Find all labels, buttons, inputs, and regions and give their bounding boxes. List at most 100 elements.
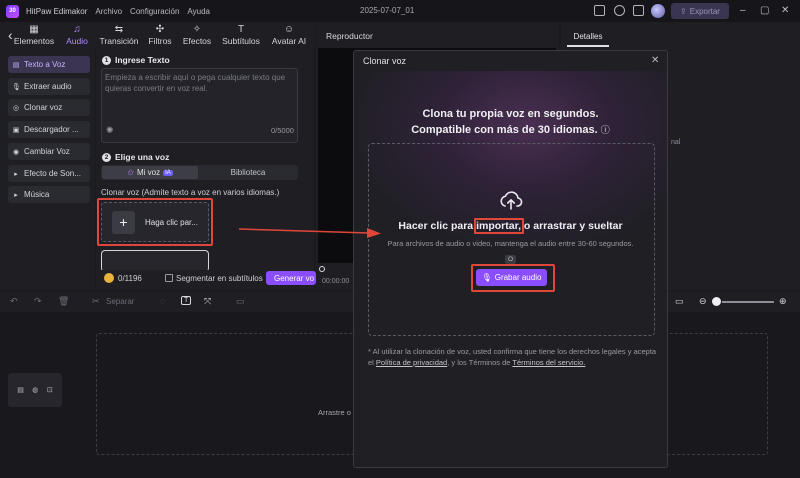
avatar-icon: ☺ [283,24,295,35]
mute-icon[interactable]: ◍ [32,386,38,394]
undo-icon[interactable]: ↶ [10,296,18,307]
grid-icon: ▦ [29,24,39,35]
tab-biblioteca[interactable]: Biblioteca [200,166,296,179]
voice-change-icon: ◉ [12,148,20,156]
close-icon[interactable]: ✕ [651,55,659,66]
player-time: 00:00:00 [322,278,350,285]
filter-icon: ✣ [155,24,165,35]
box-icon[interactable]: ▭ [236,296,245,307]
menu-ayuda[interactable]: Ayuda [187,7,210,16]
tab-filtros[interactable]: ✣ Filtros [145,22,175,48]
text-icon[interactable]: T [181,296,192,305]
step-badge: 1 [102,55,111,65]
crop-icon[interactable]: ⤧ [204,296,211,307]
segment-label: Segmentar en subtítulos [176,274,263,283]
section-ingrese-texto: 1 Ingrese Texto [102,55,170,65]
clone-icon: ◎ [12,104,20,112]
music-note-icon: ♫ [73,24,81,35]
track-settings-icon[interactable]: ▤ [17,386,24,394]
player-title: Reproductor [326,31,373,41]
sidebar-item-efecto-de-sonido[interactable]: ▸ Efecto de Son... [8,165,90,182]
lock-icon[interactable]: ⊡ [47,386,53,394]
privacy-policy-link[interactable]: Política de privacidad [376,358,447,367]
maximize-icon[interactable]: ▢ [760,5,769,16]
ia-badge: IA [163,169,173,176]
tab-detalles[interactable]: Detalles [567,27,609,47]
split-icon[interactable]: ✂ [92,296,100,307]
credit-counter: 0/1196 [118,274,142,283]
tab-subtitulos[interactable]: T Subtítulos [219,22,263,48]
details-text-fragment: nal [671,139,681,146]
info-icon[interactable] [614,5,625,16]
sidebar-item-descargador[interactable]: ▣ Descargador ... [8,121,90,138]
tts-icon: ▤ [12,61,20,69]
tab-transicion[interactable]: ⇆ Transición [98,22,140,48]
zoom-in-icon[interactable]: ⊕ [779,296,787,307]
menu-archivo[interactable]: Archivo [95,7,122,16]
marker-icon[interactable]: ◌ [160,296,165,306]
fit-icon[interactable]: ▭ [675,296,684,307]
sparkle-icon[interactable]: ✺ [106,125,114,136]
user-avatar[interactable] [651,4,665,18]
close-window-icon[interactable]: ✕ [781,5,789,16]
generate-voice-button[interactable]: Generar vo [266,271,316,285]
split-label[interactable]: Separar [106,297,134,306]
tab-audio[interactable]: ♫ Audio [62,22,92,48]
annotation-highlight [474,218,524,234]
zoom-track[interactable] [722,301,774,303]
export-label: Exportar [689,6,720,16]
annotation-arrow [238,228,381,238]
app-title: HitPaw Edimakor [26,6,88,16]
info-icon[interactable]: ⓘ [601,125,610,135]
annotation-highlight [471,264,555,292]
playhead-handle[interactable] [319,266,325,272]
chevron-right-icon: ▸ [14,170,18,178]
star-icon: ✩ [127,168,134,177]
tts-placeholder: Empieza a escribir aquí o pega cualquier… [105,73,286,93]
zoom-slider-handle[interactable] [712,297,721,306]
tab-elementos[interactable]: ▦ Elementos [12,22,56,48]
mail-icon[interactable] [633,5,644,16]
menu-configuracion[interactable]: Configuración [130,7,179,16]
dialog-heading: Clona tu propia voz en segundos. [422,108,599,120]
monitor-icon[interactable] [594,5,605,16]
zoom-out-icon[interactable]: ⊖ [699,296,707,307]
back-arrow-icon[interactable]: ‹ [8,27,13,43]
coin-icon [104,273,114,283]
import-hint: Para archivos de audio o video, mantenga… [387,239,634,248]
sidebar-item-clonar-voz[interactable]: ◎ Clonar voz [8,99,90,116]
transition-icon: ⇆ [114,24,124,35]
segment-checkbox[interactable] [165,274,173,282]
voice-card[interactable] [101,250,209,272]
sidebar-item-cambiar-voz[interactable]: ◉ Cambiar Voz [8,143,90,160]
minimize-icon[interactable]: – [740,5,746,16]
legal-disclaimer: * Al utilizar la clonación de voz, usted… [368,347,657,367]
redo-icon[interactable]: ↷ [34,296,42,307]
dialog-title: Clonar voz [363,56,407,66]
section-elige-voz: 2 Elige una voz [102,152,169,162]
media-toolbar: ▦ Elementos ♫ Audio ⇆ Transición ✣ Filtros ✧… [0,22,315,48]
or-divider: O [505,255,516,264]
tab-efectos[interactable]: ✧ Efectos [181,22,213,48]
drop-hint: Arrastre o [318,408,351,417]
sidebar-item-musica[interactable]: ▸ Música [8,186,90,203]
export-button[interactable]: ⇪ Exportar [671,3,729,19]
subtitles-icon: T [237,24,245,35]
delete-icon[interactable]: 🗑 [58,296,69,307]
tab-mi-voz[interactable]: ✩ Mi voz IA [102,166,198,179]
terms-of-service-link[interactable]: Términos del servicio. [512,358,585,367]
dialog-subheading: Compatible con más de 30 idiomas. ⓘ [411,124,610,136]
track-header: ▤ ◍ ⊡ [8,373,62,407]
project-date: 2025-07-07_01 [360,6,415,15]
sidebar-item-texto-a-voz[interactable]: ▤ Texto a Voz [8,56,90,73]
download-icon: ▣ [12,126,20,134]
char-counter: 0/5000 [271,126,294,135]
tab-avatar-ai[interactable]: ☺ Avatar AI [268,22,310,48]
sidebar-item-extraer-audio[interactable]: 🎙 Extraer audio [8,78,90,95]
chevron-right-icon: ▸ [14,191,18,199]
step-badge: 2 [102,152,111,162]
clone-voice-label: Clonar voz (Admite texto a voz en varios… [101,188,280,197]
effects-icon: ✧ [192,24,202,35]
app-logo: 30 [6,4,19,18]
cloud-upload-icon [500,191,523,210]
